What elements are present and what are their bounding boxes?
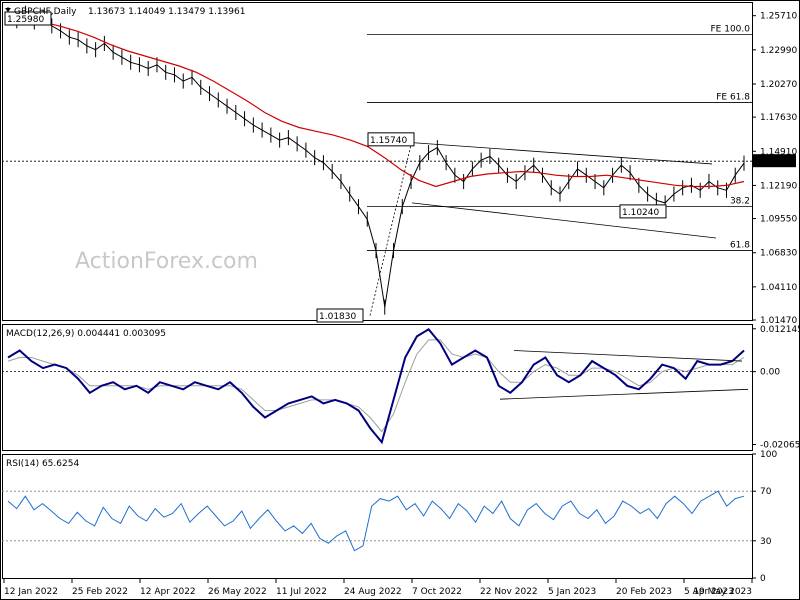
price-y-tick-label: 1.06830 [760, 249, 797, 259]
rsi-line [7, 490, 745, 552]
rsi-title: RSI(14) 65.6254 [6, 459, 79, 469]
rsi-y-tick-label: 30 [760, 537, 772, 547]
x-tick-label: 7 Oct 2022 [412, 587, 462, 597]
x-tick-label: 24 Aug 2022 [344, 587, 402, 597]
x-tick-label: 20 Feb 2023 [616, 587, 672, 597]
price-y-tick-label: 1.25710 [760, 12, 797, 22]
price-y-tick-label: 1.20270 [760, 80, 797, 90]
price-y-tick-label: 1.12190 [760, 181, 797, 191]
x-tick-label: 19 May 2023 [693, 587, 752, 597]
price-y-tick-label: 1.09550 [760, 215, 797, 225]
rsi-y-tick-label: 70 [760, 487, 772, 497]
price-y-tick-label: 1.17630 [760, 113, 797, 123]
rsi-y-tick-label: 0 [760, 574, 766, 584]
upper-trendline [411, 142, 713, 165]
label-1-10240: 1.10240 [622, 208, 659, 218]
label-1-15740: 1.15740 [370, 136, 407, 146]
x-tick-label: 26 May 2022 [208, 587, 267, 597]
lower-trendline [411, 202, 717, 239]
watermark-text: ActionForex.com [75, 249, 258, 274]
outer-frame [0, 0, 800, 600]
x-tick-label: 22 Nov 2022 [480, 587, 538, 597]
x-tick-label: 5 Jan 2023 [548, 587, 596, 597]
fib-level-label: FE 61.8 [716, 92, 750, 102]
dropdown-triangle-icon [5, 8, 11, 12]
macd-upper-trendline [513, 350, 743, 362]
x-tick-label: 11 Jul 2022 [276, 587, 327, 597]
rsi-y-tick-label: 100 [760, 450, 777, 460]
chart-ohlc-label: 1.13673 1.14049 1.13479 1.13961 [88, 7, 245, 17]
x-tick-label: 12 Jan 2022 [4, 587, 58, 597]
x-tick-label: 12 Apr 2022 [140, 587, 196, 597]
fib-level-label: 61.8 [730, 241, 750, 251]
current-price-label: 1.14120 [756, 157, 793, 167]
price-y-tick-label: 1.22990 [760, 46, 797, 56]
chart-symbol-label: GBPCHF,Daily [14, 7, 77, 17]
label-1-01830: 1.01830 [319, 312, 356, 322]
macd-y-tick-label: 0.012145 [760, 325, 800, 335]
fib-level-label: 38.2 [730, 197, 750, 207]
rally-dashed-line [369, 140, 413, 316]
macd-y-tick-label: 0.00 [760, 368, 780, 378]
price-y-tick-label: 1.04110 [760, 283, 797, 293]
fib-level-label: FE 100.0 [711, 25, 751, 35]
macd-lower-trendline [499, 388, 749, 400]
rsi-panel-frame [2, 454, 753, 579]
x-tick-label: 25 Feb 2022 [72, 587, 128, 597]
chart-canvas: 1.257101.229901.202701.176301.149101.121… [0, 0, 800, 600]
macd-title: MACD(12,26,9) 0.004441 0.003095 [6, 329, 166, 339]
